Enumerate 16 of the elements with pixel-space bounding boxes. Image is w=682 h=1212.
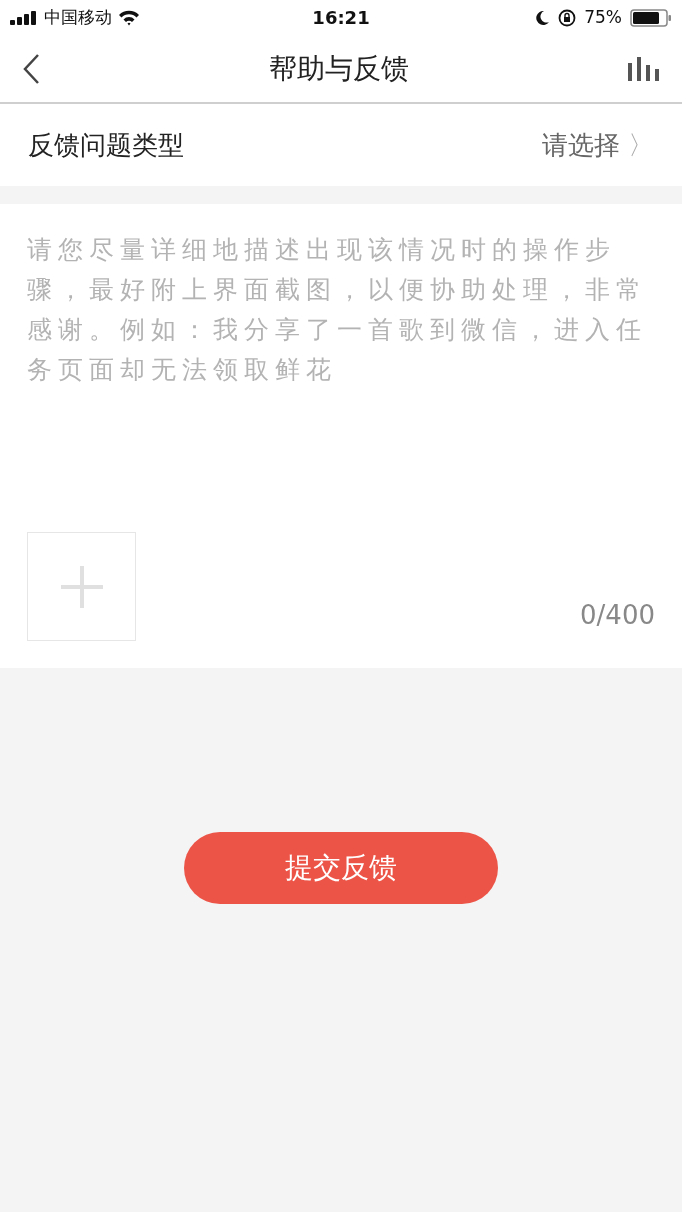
plus-icon [60,565,103,608]
carrier-name: 中国移动 [44,5,112,29]
bars-icon [627,56,659,81]
page-title: 帮助与反馈 [268,50,410,87]
feedback-field[interactable]: 请您尽量详细地描述出现该情况时的操作步骤，最好附上界面截图，以便协助处理，非常感谢。例如：我分享了一首歌到微信，进入任务页面却无法领取鲜花 0/400 [0,204,682,668]
battery-percent: 75% [584,5,622,29]
clock-time: 16:21 [312,6,370,30]
rotation-lock-icon [558,8,577,27]
back-icon [22,52,40,85]
signal-icon [10,10,38,25]
moon-icon [535,9,551,26]
submit-button[interactable]: 提交反馈 [184,832,498,904]
battery-icon [630,8,672,27]
wifi-icon [118,9,140,26]
feedback-type-row[interactable]: 反馈问题类型 请选择 〉 [0,104,682,186]
character-counter: 0/400 [580,599,655,632]
